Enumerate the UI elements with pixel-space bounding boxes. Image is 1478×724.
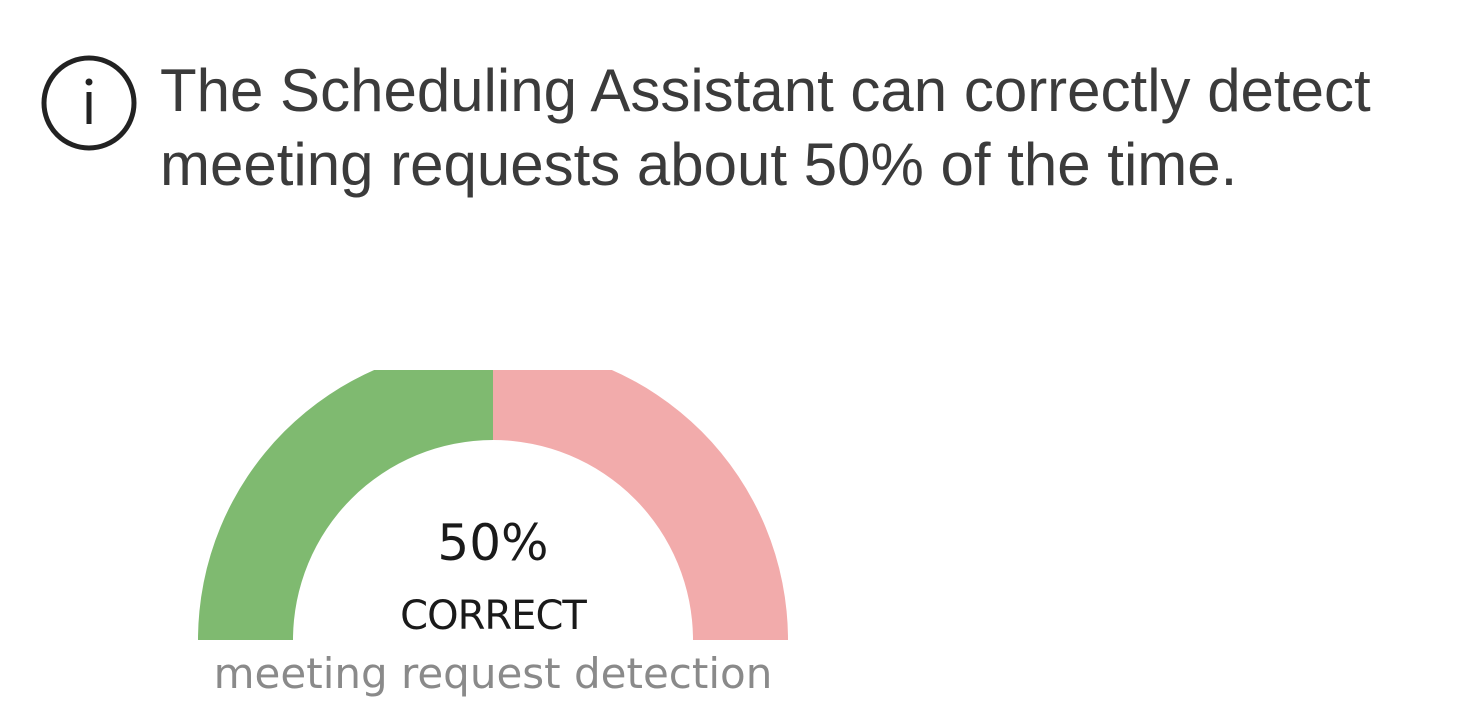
info-message-line-1: The Scheduling Assistant can correctly d… bbox=[160, 57, 1371, 124]
info-icon bbox=[41, 55, 137, 151]
gauge-percent-value: 50% bbox=[437, 514, 549, 572]
info-message-line-2: meeting requests about 50% of the time. bbox=[160, 131, 1238, 198]
gauge-caption: meeting request detection bbox=[213, 649, 773, 698]
info-message: The Scheduling Assistant can correctly d… bbox=[160, 54, 1460, 202]
gauge-status-label: CORRECT bbox=[400, 593, 587, 639]
